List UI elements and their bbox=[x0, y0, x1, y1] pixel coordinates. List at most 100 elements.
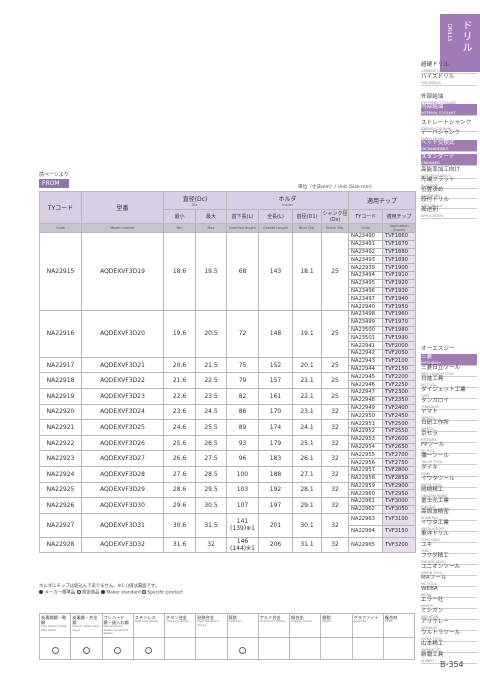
cell-overall: 161 bbox=[258, 387, 294, 405]
cell-tip-model: TVF2050 bbox=[382, 348, 417, 358]
category-tab-title: ドリル bbox=[460, 20, 471, 53]
cell-tip-model: TVF1870 bbox=[382, 239, 417, 249]
cell-tip-model: TVF2550 bbox=[382, 426, 417, 436]
header-en-tip-code: Code bbox=[348, 223, 384, 233]
table-row: NA22927 AQDEXVF3D31 30.6 31.5 141 (139)※1 201… bbox=[39, 512, 417, 538]
sidebar-item-label: 超硬ドリル bbox=[421, 62, 449, 68]
sidebar-item-label: ユニオンツール bbox=[421, 564, 461, 570]
cell-tip-code: NA22954 bbox=[348, 442, 384, 452]
header-en-depth: Insertion length bbox=[226, 223, 260, 233]
category-tab-subtitle: DRILLS bbox=[446, 24, 452, 42]
sidebar-item-label: フクダ精工 bbox=[421, 553, 449, 559]
sidebar-item[interactable]: 彌一ツール YAICHI TOOL bbox=[421, 453, 477, 465]
cell-neck: 27.1 bbox=[292, 465, 323, 483]
sidebar-item-label: ウルトラツール bbox=[421, 630, 461, 636]
sidebar-item[interactable]: ハイスドリル HSS DRILLS bbox=[421, 74, 477, 86]
material-header: 鋳鉄 Cast Iron bbox=[226, 613, 259, 638]
sidebar-item-label: 京セラ bbox=[421, 431, 438, 437]
sidebar-item[interactable]: 超硬ドリル CARBIDE DRILLS bbox=[421, 62, 477, 74]
from-badge: FROM bbox=[39, 179, 69, 188]
cell-overall: 192 bbox=[258, 481, 294, 499]
cell-overall: 157 bbox=[258, 372, 294, 389]
material-mark-cell bbox=[288, 636, 322, 660]
material-mark-cell bbox=[382, 636, 416, 660]
cell-max: 31.5 bbox=[194, 512, 228, 538]
cell-tip-model: TVF1950 bbox=[382, 302, 417, 311]
sidebar-item-sublabel: EXCHANGEABLE bbox=[421, 147, 449, 151]
work-material-header-row: 炭素鋼鋼・軟鋼 Low Carbon Steel Mild Steel 炭素鋼・合金… bbox=[38, 613, 416, 638]
cell-tip-code: NA22940 bbox=[348, 302, 384, 311]
legend-specific: 限定商品 bbox=[81, 590, 100, 596]
cell-neck: 25.1 bbox=[292, 434, 323, 452]
specific-ring-icon bbox=[76, 590, 81, 594]
material-mark-cell bbox=[226, 636, 259, 660]
cell-max: 29.5 bbox=[194, 481, 228, 499]
header-en-model: Model number bbox=[81, 223, 164, 233]
cell-depth: 100 bbox=[226, 465, 260, 483]
cell-model: AQDEXVF3D27 bbox=[81, 450, 164, 467]
cell-neck: 29.1 bbox=[292, 497, 323, 514]
cell-depth: 107 bbox=[226, 497, 260, 514]
cell-max: 25.5 bbox=[194, 419, 228, 436]
cell-overall: 183 bbox=[258, 450, 294, 467]
cell-tip-code: NA22950 bbox=[348, 411, 384, 421]
cell-depth: 75 bbox=[226, 356, 260, 374]
cell-tip-model: TVF3200 bbox=[382, 536, 417, 553]
header-en-tip-model: Application (insert) bbox=[382, 223, 417, 233]
sidebar-item-label: ユキ bbox=[421, 542, 433, 548]
header-tycode: TYコード bbox=[39, 191, 82, 224]
legend-standard: メーカー標準品 bbox=[44, 590, 76, 596]
cell-tip-model: TVF1910 bbox=[382, 270, 417, 280]
cell-max: 32 bbox=[194, 536, 228, 553]
cell-tip-model: TVF2300 bbox=[382, 387, 417, 397]
cell-tip-code: NA22960 bbox=[348, 489, 384, 499]
work-material-table: 炭素鋼鋼・軟鋼 Low Carbon Steel Mild Steel 炭素鋼・合金… bbox=[38, 613, 416, 660]
cell-shank: 32 bbox=[321, 450, 350, 467]
table-row: NA22928 AQDEXVF3D32 31.6 32 146 (144)※1 206 31… bbox=[39, 536, 417, 553]
table-row: NA22918 AQDEXVF3D22 21.6 22.5 79 157 21.1 25 NA2… bbox=[39, 372, 417, 389]
sidebar-item-label: 新報工具 bbox=[421, 652, 444, 658]
cell-code: NA22923 bbox=[39, 450, 82, 467]
sidebar-item-label: 段付ドリル bbox=[421, 197, 449, 203]
cell-depth: 141 (139)※1 bbox=[226, 512, 260, 538]
sidebar-item[interactable]: スタンダード STANDARD bbox=[421, 154, 477, 166]
cell-code: NA22915 bbox=[39, 232, 82, 311]
material-sublabel: CFRP bbox=[384, 619, 393, 623]
cell-tip-code: NA22957 bbox=[348, 465, 384, 475]
cell-max: 24.5 bbox=[194, 403, 228, 421]
cell-min: 24.6 bbox=[163, 419, 196, 436]
cell-overall: 152 bbox=[258, 356, 294, 374]
suitable-ring-icon bbox=[114, 646, 122, 654]
sidebar-item-label: アリサレー bbox=[421, 619, 449, 625]
cell-neck: 24.1 bbox=[292, 419, 323, 436]
cell-code: NA22928 bbox=[39, 536, 82, 553]
sidebar-item-label: 日進工具 bbox=[421, 376, 444, 382]
cell-tip-code: NA23494 bbox=[348, 270, 384, 280]
sidebar-item[interactable]: 内部給油 INTERNAL COOLANT bbox=[421, 104, 477, 116]
cell-tip-model: TVF2100 bbox=[382, 356, 417, 366]
cell-overall: 148 bbox=[258, 309, 294, 358]
material-sublabel: Graphite bbox=[353, 619, 367, 623]
sidebar-item-sublabel: INTERNAL COOLANT bbox=[421, 111, 456, 115]
sidebar-item-label: 先端フラット bbox=[421, 177, 455, 183]
material-sublabel: Prehardened Steels Hardened Steels bbox=[103, 624, 129, 636]
material-sublabel: Heat Resistant Alloys bbox=[197, 619, 220, 627]
material-sublabel: Stainless Steels bbox=[134, 619, 159, 623]
cell-tip-code: NA22942 bbox=[348, 348, 384, 358]
cell-tip-model: TVF2250 bbox=[382, 380, 417, 389]
cell-depth: 146 (144)※1 bbox=[226, 536, 260, 553]
cell-overall: 179 bbox=[258, 434, 294, 452]
material-sublabel: Carbon Steel Alloy Steel bbox=[72, 624, 100, 632]
cell-tip-code: NA22956 bbox=[348, 458, 384, 467]
cell-tip-code: NA23498 bbox=[348, 309, 384, 319]
cell-tip-code: NA23501 bbox=[348, 333, 384, 343]
cell-tip-code: NA22952 bbox=[348, 426, 384, 436]
cell-tip-code: NA22943 bbox=[348, 356, 384, 366]
sidebar-item[interactable]: ヘッド交換式 EXCHANGEABLE bbox=[421, 140, 477, 152]
material-mark-cell bbox=[38, 636, 72, 660]
header-depth: 首下長(L) bbox=[226, 209, 260, 224]
cell-depth: 93 bbox=[226, 434, 260, 452]
cell-tip-code: NA22941 bbox=[348, 341, 384, 350]
cell-depth: 89 bbox=[226, 419, 260, 436]
sidebar-item[interactable]: 周途別 APPLICATION bbox=[421, 207, 477, 219]
